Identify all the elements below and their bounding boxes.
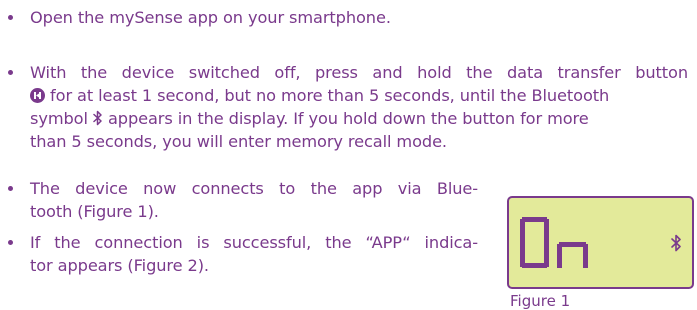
list-item-line: symbol appears in the display. If you ho… [30, 107, 688, 130]
list-item-line: With the device switched off, press and … [30, 63, 688, 82]
lcd-segment [522, 263, 547, 268]
lcd-segment [557, 244, 562, 268]
list-item-line-text: for at least 1 second, but no more than … [50, 86, 610, 105]
device-display: On [507, 196, 694, 289]
lcd-segment [559, 242, 586, 247]
bullet-dot [8, 186, 13, 191]
data-transfer-button-icon [30, 88, 45, 103]
figure-caption: Figure 1 [510, 292, 571, 310]
list-item-text: With the device switched off, press and … [8, 61, 688, 153]
list-item-text: If the connection is successful, the “AP… [8, 231, 478, 277]
list-item-text: The device now connects to the app via B… [8, 177, 478, 223]
lcd-segment [544, 219, 549, 267]
lcd-segment [583, 244, 588, 268]
list-item-line-text: symbol [30, 109, 88, 128]
list-item-line: tooth (Figure 1). [30, 202, 159, 221]
display-text-on: On [520, 217, 588, 268]
list-item: The device now connects to the app via B… [8, 177, 478, 223]
instruction-page: Open the mySense app on your smartphone.… [0, 0, 697, 310]
lcd-segment [522, 217, 547, 222]
lcd-segment [520, 219, 525, 267]
list-item-line: tor appears (Figure 2). [30, 256, 209, 275]
list-item-line: The device now connects to the app via B… [30, 179, 478, 198]
list-item-line: for at least 1 second, but no more than … [30, 84, 688, 107]
bluetooth-icon [671, 234, 681, 252]
list-item-text: Open the mySense app on your smartphone. [8, 6, 688, 29]
list-item-line-text: appears in the display. If you hold down… [107, 109, 589, 128]
list-item: With the device switched off, press and … [8, 61, 688, 153]
list-item-line: than 5 seconds, you will enter memory re… [30, 132, 447, 151]
list-item-line: If the connection is successful, the “AP… [30, 233, 478, 252]
bullet-dot [8, 240, 13, 245]
list-item: If the connection is successful, the “AP… [8, 231, 478, 277]
bullet-dot [8, 70, 13, 75]
bullet-dot [8, 15, 13, 20]
list-item-line: Open the mySense app on your smartphone. [30, 8, 391, 27]
list-item: Open the mySense app on your smartphone. [8, 6, 688, 29]
bluetooth-icon [93, 110, 102, 126]
